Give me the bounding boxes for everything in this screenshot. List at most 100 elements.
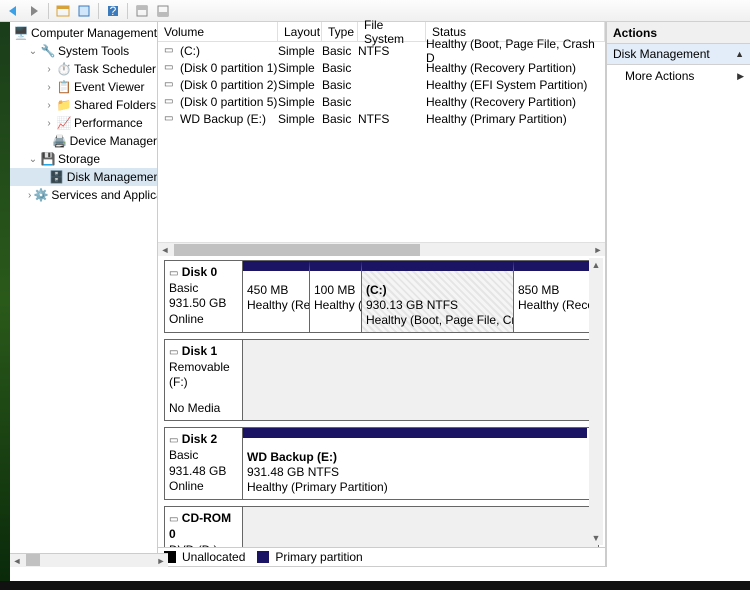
partition[interactable]: (C:)930.13 GB NTFSHealthy (Boot, Page Fi… [361, 261, 513, 332]
tree-label: Disk Management [67, 170, 158, 184]
disk-name: Disk 1 [182, 344, 217, 358]
center-panel: Volume Layout Type File System Status ▭(… [158, 22, 606, 567]
volume-row[interactable]: ▭(C:)SimpleBasicNTFSHealthy (Boot, Page … [158, 42, 605, 59]
expander-icon[interactable]: › [44, 118, 54, 129]
tree-performance[interactable]: ›📈Performance [10, 114, 157, 132]
volume-type: Basic [322, 95, 358, 109]
windows-taskbar[interactable] [0, 581, 750, 590]
partition-status: Healthy (Boot, Page File, Crash Dum [366, 313, 509, 328]
actions-more[interactable]: More Actions▶ [607, 65, 750, 87]
expander-icon[interactable]: ⌄ [28, 46, 38, 57]
show-hide-tree-button[interactable] [54, 2, 72, 20]
scroll-left-icon[interactable]: ◄ [10, 554, 24, 568]
volume-type: Basic [322, 44, 358, 58]
volume-fs: NTFS [358, 44, 426, 58]
disk-icon: ▭ [169, 435, 178, 446]
volume-icon: ▭ [164, 45, 173, 56]
volume-icon: ▭ [164, 96, 173, 107]
actions-header: Actions [607, 22, 750, 44]
desktop-background-sliver [0, 22, 10, 581]
tree-label: Task Scheduler [74, 62, 156, 76]
partition[interactable]: 450 MBHealthy (Reco [243, 261, 309, 332]
disk-line3: 931.48 GB [169, 464, 238, 480]
disk-partitions: WD Backup (E:)931.48 GB NTFSHealthy (Pri… [243, 428, 598, 499]
volume-list[interactable]: ▭(C:)SimpleBasicNTFSHealthy (Boot, Page … [158, 42, 605, 242]
partition[interactable]: WD Backup (E:)931.48 GB NTFSHealthy (Pri… [243, 428, 587, 499]
view-top-button[interactable] [133, 2, 151, 20]
col-type[interactable]: Type [322, 22, 358, 41]
disk-line4: No Media [169, 401, 238, 417]
tree-device-manager[interactable]: 🖨️Device Manager [10, 132, 157, 150]
volume-layout: Simple [278, 61, 322, 75]
back-button[interactable] [4, 2, 22, 20]
partition[interactable]: 100 MBHealthy (E [309, 261, 361, 332]
tree-storage[interactable]: ⌄💾Storage [10, 150, 157, 168]
volume-status: Healthy (Primary Partition) [426, 112, 605, 126]
scroll-right-icon[interactable]: ► [591, 243, 605, 257]
scroll-down-icon[interactable]: ▼ [589, 531, 603, 545]
toolbar-separator-3 [127, 3, 128, 19]
volume-row[interactable]: ▭(Disk 0 partition 2)SimpleBasicHealthy … [158, 76, 605, 93]
scroll-thumb[interactable] [26, 554, 40, 566]
tree-services[interactable]: ›⚙️Services and Applications [10, 186, 157, 204]
disk-row[interactable]: ▭ Disk 2Basic931.48 GBOnlineWD Backup (E… [164, 427, 599, 500]
disk-name: Disk 0 [182, 265, 217, 279]
partition-status: Healthy (Recove [518, 298, 585, 313]
tree-root-label: Computer Management [31, 26, 157, 40]
disk-row[interactable]: ▭ Disk 1Removable (F:)No Media [164, 339, 599, 421]
col-layout[interactable]: Layout [278, 22, 322, 41]
actions-disk-management[interactable]: Disk Management▲ [607, 44, 750, 65]
col-volume[interactable]: Volume [158, 22, 278, 41]
properties-button[interactable] [75, 2, 93, 20]
expander-icon[interactable]: ⌄ [28, 154, 38, 165]
expander-icon[interactable]: › [28, 190, 31, 201]
scroll-thumb[interactable] [174, 244, 420, 256]
volume-row[interactable]: ▭(Disk 0 partition 5)SimpleBasicHealthy … [158, 93, 605, 110]
help-button[interactable]: ? [104, 2, 122, 20]
disk-icon: ▭ [169, 347, 178, 358]
graph-vscrollbar[interactable]: ▲ ▼ [589, 258, 603, 545]
expander-icon[interactable]: › [44, 82, 54, 93]
tree-disk-management[interactable]: 🗄️Disk Management [10, 168, 157, 186]
expander-icon[interactable]: › [44, 64, 54, 75]
volume-hscrollbar[interactable]: ◄ ► [158, 242, 605, 256]
tree-label: Storage [58, 152, 100, 166]
volume-status: Healthy (EFI System Partition) [426, 78, 605, 92]
tree-hscrollbar[interactable]: ◄ ► [10, 553, 168, 567]
partition-title: WD Backup (E:) [247, 450, 583, 465]
volume-type: Basic [322, 112, 358, 126]
legend: Unallocated Primary partition [158, 547, 605, 567]
view-bottom-button[interactable] [154, 2, 172, 20]
actions-item-label: More Actions [625, 69, 694, 83]
partition[interactable]: 850 MBHealthy (Recove [513, 261, 589, 332]
actions-title: Actions [613, 26, 657, 40]
volume-type: Basic [322, 78, 358, 92]
volume-name: (Disk 0 partition 1) [180, 61, 277, 75]
tree-root[interactable]: 🖥️Computer Management [10, 24, 157, 42]
scroll-left-icon[interactable]: ◄ [158, 243, 172, 257]
disk-row[interactable]: ▭ CD-ROM 0DVD (D:)No Media [164, 506, 599, 547]
forward-button[interactable] [25, 2, 43, 20]
scroll-up-icon[interactable]: ▲ [589, 258, 603, 272]
volume-name: (C:) [180, 44, 200, 58]
disk-partitions [243, 340, 598, 420]
col-filesystem[interactable]: File System [358, 22, 426, 41]
tree-task-scheduler[interactable]: ›⏱️Task Scheduler [10, 60, 157, 78]
navigation-tree[interactable]: 🖥️Computer Management ⌄🔧System Tools ›⏱️… [10, 22, 158, 567]
scroll-right-icon[interactable]: ► [154, 554, 168, 568]
disk-icon: ▭ [169, 268, 178, 279]
expander-icon[interactable]: › [44, 100, 54, 111]
volume-layout: Simple [278, 112, 322, 126]
tree-system-tools[interactable]: ⌄🔧System Tools [10, 42, 157, 60]
tree-event-viewer[interactable]: ›📋Event Viewer [10, 78, 157, 96]
toolbar-separator [48, 3, 49, 19]
disk-graphical-view[interactable]: ▲ ▼ ▭ Disk 0Basic931.50 GBOnline450 MBHe… [158, 256, 605, 547]
col-label: Type [328, 25, 354, 39]
tree-shared-folders[interactable]: ›📁Shared Folders [10, 96, 157, 114]
disk-icon: ▭ [169, 514, 178, 525]
disk-row[interactable]: ▭ Disk 0Basic931.50 GBOnline450 MBHealth… [164, 260, 599, 333]
actions-item-label: Disk Management [613, 47, 710, 61]
partition-size: 930.13 GB NTFS [366, 298, 509, 313]
volume-row[interactable]: ▭(Disk 0 partition 1)SimpleBasicHealthy … [158, 59, 605, 76]
volume-row[interactable]: ▭WD Backup (E:)SimpleBasicNTFSHealthy (P… [158, 110, 605, 127]
